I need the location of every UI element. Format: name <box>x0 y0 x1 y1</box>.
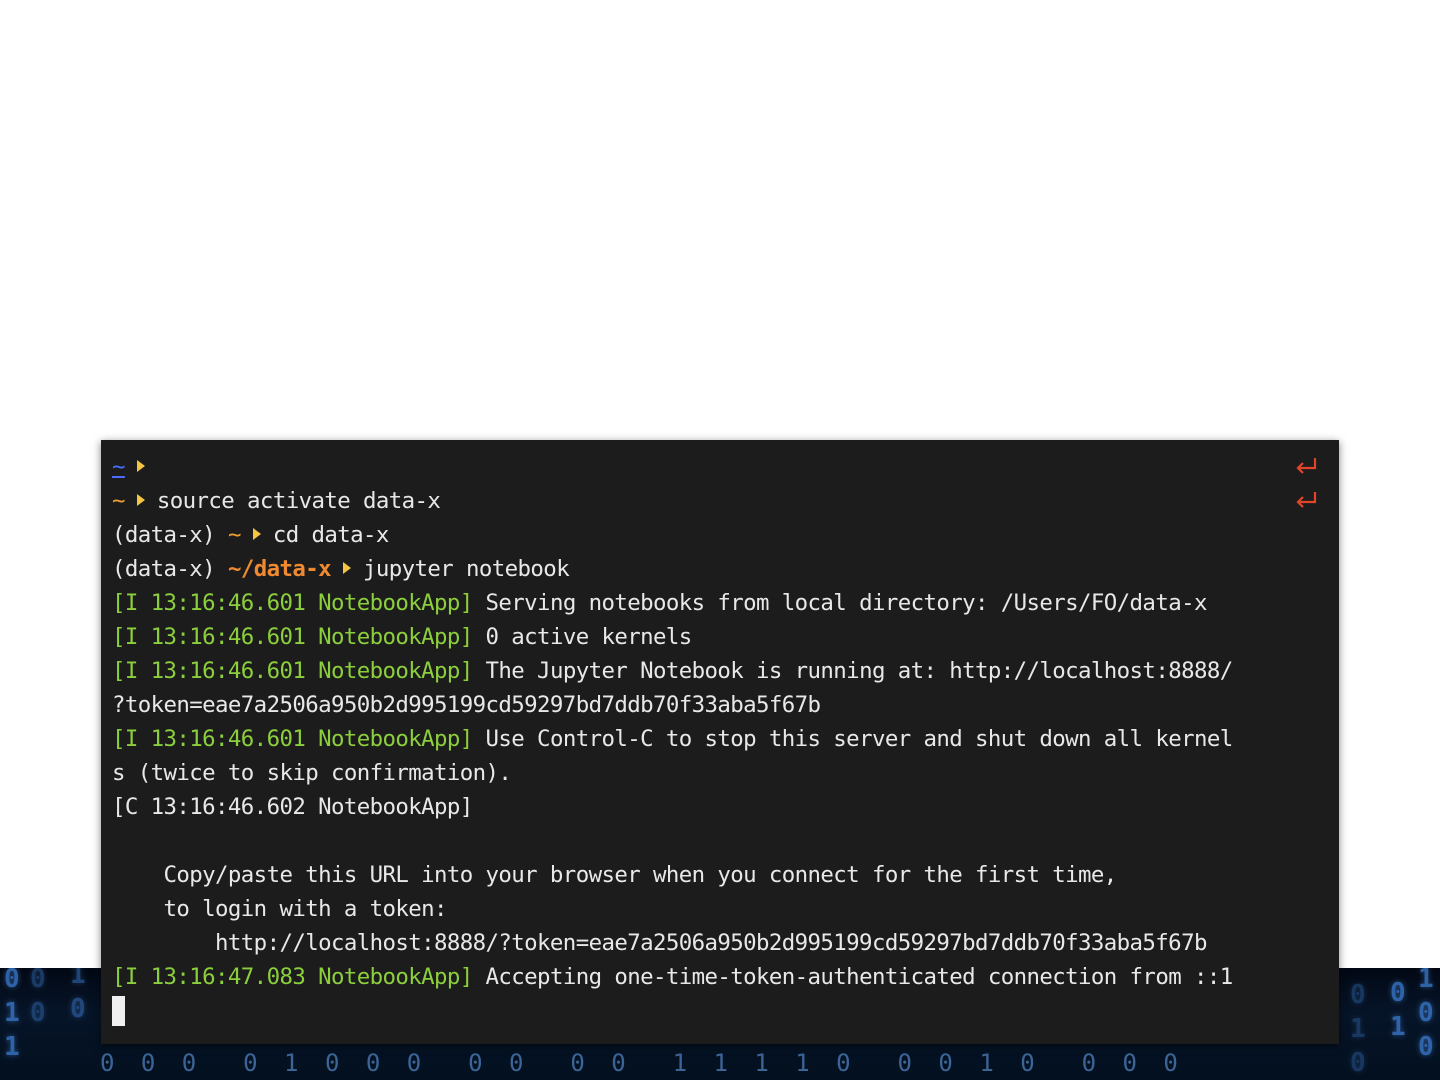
command-text: source activate data-x <box>156 488 441 514</box>
binary-column-5: 1 0 0 <box>1418 968 1434 1062</box>
terminal-line-log-control: [I 13:16:46.601 NotebookApp] Use Control… <box>112 722 1329 756</box>
command-text: cd data-x <box>272 522 390 548</box>
log-prefix: [I 13:16:46.601 NotebookApp] <box>112 726 473 752</box>
log-prefix: [I 13:16:46.601 NotebookApp] <box>112 658 473 684</box>
return-arrow-icon <box>1296 492 1317 508</box>
prompt-home: ~ <box>112 488 125 514</box>
binary-column-6: 0 1 0 <box>1350 980 1366 1078</box>
prompt-env: (data-x) <box>112 556 216 582</box>
log-prefix: [C 13:16:46.602 NotebookApp] <box>112 794 473 820</box>
block-cursor-icon <box>112 996 125 1026</box>
prompt-arrow-icon <box>252 527 261 540</box>
binary-column-1: 0 1 1 <box>4 968 20 1062</box>
terminal-line-jupyter: (data-x) ~/data-x jupyter notebook <box>112 552 1329 586</box>
prompt-home: ~ <box>227 522 241 548</box>
terminal-line-log-accept: [I 13:16:47.083 NotebookApp] Accepting o… <box>112 960 1329 994</box>
log-message: Copy/paste this URL into your browser wh… <box>112 862 1118 888</box>
terminal-line-log-control-cont: s (twice to skip confirmation). <box>112 756 1329 790</box>
terminal-line-log-running: [I 13:16:46.601 NotebookApp] The Jupyter… <box>112 654 1329 688</box>
log-prefix: [I 13:16:46.601 NotebookApp] <box>112 590 473 616</box>
prompt-env: (data-x) <box>112 522 216 548</box>
log-message: s (twice to skip confirmation). <box>112 760 512 786</box>
log-message: Serving notebooks from local directory: … <box>472 590 1208 616</box>
terminal-line-log-critical: [C 13:16:46.602 NotebookApp] <box>112 790 1329 824</box>
log-message: to login with a token: <box>112 896 448 922</box>
terminal-line-log-serving: [I 13:16:46.601 NotebookApp] Serving not… <box>112 586 1329 620</box>
log-message: Accepting one-time-token-authenticated c… <box>472 964 1234 990</box>
log-prefix: [I 13:16:46.601 NotebookApp] <box>112 624 473 650</box>
log-message: 0 active kernels <box>472 624 693 650</box>
terminal-line-log-kernels: [I 13:16:46.601 NotebookApp] 0 active ke… <box>112 620 1329 654</box>
token-url[interactable]: http://localhost:8888/?token=eae7a2506a9… <box>112 930 1207 956</box>
prompt-arrow-icon <box>342 561 351 574</box>
prompt-home: ~ <box>112 454 125 480</box>
terminal-window[interactable]: ~ ~ source activate data-x (data-x) ~ cd d… <box>101 440 1339 1044</box>
log-message: ?token=eae7a2506a950b2d995199cd59297bd7d… <box>112 692 821 718</box>
return-arrow-icon <box>1296 458 1317 474</box>
binary-column-2: 0 0 <box>30 968 46 1028</box>
prompt-arrow-icon <box>136 493 145 506</box>
binary-row: 0 0 0 0 1 0 0 0 0 0 0 0 1 1 1 1 0 0 0 1 … <box>100 1049 1184 1077</box>
terminal-line-copy-2: to login with a token: <box>112 892 1329 926</box>
prompt-arrow-icon <box>136 459 145 472</box>
command-text: jupyter notebook <box>362 556 570 582</box>
binary-column-4: 0 1 <box>1390 978 1406 1042</box>
prompt-path: ~/data-x <box>227 556 332 582</box>
log-message: Use Control-C to stop this server and sh… <box>472 726 1234 752</box>
log-prefix: [I 13:16:47.083 NotebookApp] <box>112 964 473 990</box>
terminal-line-copy-1: Copy/paste this URL into your browser wh… <box>112 858 1329 892</box>
terminal-line-cd: (data-x) ~ cd data-x <box>112 518 1329 552</box>
log-message: The Jupyter Notebook is running at: http… <box>472 658 1234 684</box>
binary-column-3: 1 0 <box>70 968 86 1024</box>
terminal-line-log-running-cont: ?token=eae7a2506a950b2d995199cd59297bd7d… <box>112 688 1329 722</box>
terminal-line-prompt-empty: ~ <box>112 450 1329 484</box>
slide-page: 0 1 1 0 0 1 0 0 1 1 0 0 0 1 0 0 0 0 0 1 … <box>0 0 1440 1080</box>
terminal-line-source: ~ source activate data-x <box>112 484 1329 518</box>
terminal-line-url: http://localhost:8888/?token=eae7a2506a9… <box>112 926 1329 960</box>
terminal-line-cursor[interactable] <box>112 994 1329 1028</box>
